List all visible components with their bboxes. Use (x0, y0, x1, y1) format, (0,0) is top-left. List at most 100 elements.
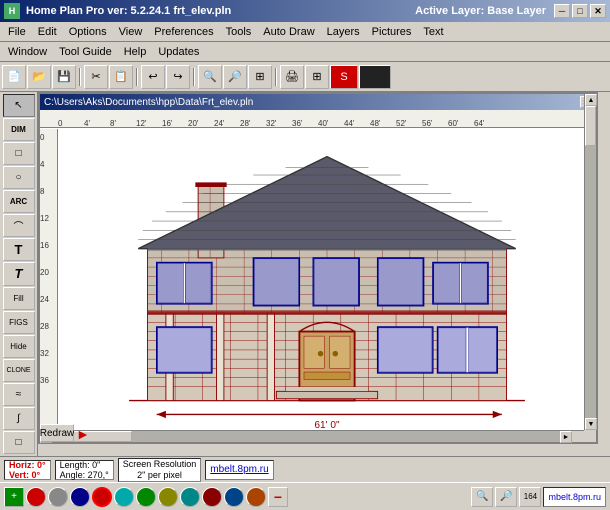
toolbar-sep-3 (191, 65, 197, 89)
color-dot-1[interactable] (26, 487, 46, 507)
tool-rect[interactable]: □ (3, 142, 35, 165)
color-dot-8[interactable] (180, 487, 200, 507)
toolbar-extra[interactable] (359, 65, 391, 89)
scroll-track-horizontal[interactable] (52, 431, 572, 442)
ruler-mark-52: 52' (396, 119, 406, 128)
bottom-site[interactable]: mbelt.8pm.ru (543, 487, 606, 507)
toolbar-zoom-fit[interactable]: ⊞ (248, 65, 272, 89)
scroll-down-button[interactable]: ▼ (585, 418, 597, 430)
color-dot-10[interactable] (224, 487, 244, 507)
zoom-btn-3[interactable]: 164 (519, 487, 541, 507)
tool-hide[interactable]: Hide (3, 335, 35, 358)
maximize-button[interactable]: □ (572, 4, 588, 18)
toolbar-save[interactable]: 💾 (52, 65, 76, 89)
toolbar-zoom-out[interactable]: 🔎 (223, 65, 247, 89)
house-svg: 61' 0" (58, 129, 596, 442)
tool-wave[interactable]: ≈ (3, 383, 35, 406)
toolbar-undo[interactable]: ↩ (141, 65, 165, 89)
drawing-filename: C:\Users\Aks\Documents\hpp\Data\Frt_elev… (44, 97, 253, 108)
scrollbar-corner (584, 430, 596, 442)
menu-updates[interactable]: Updates (152, 44, 205, 60)
menu-edit[interactable]: Edit (32, 24, 63, 40)
color-dot-7[interactable] (158, 487, 178, 507)
menu-toolguide[interactable]: Tool Guide (53, 44, 118, 60)
color-dot-6[interactable] (136, 487, 156, 507)
toolbar-snap[interactable]: S (330, 65, 358, 89)
tool-arc[interactable]: ARC (3, 190, 35, 213)
horizontal-scrollbar[interactable]: ◄ ► (40, 430, 584, 442)
menu-autodraw[interactable]: Auto Draw (257, 24, 320, 40)
tool-box[interactable]: □ (3, 431, 35, 454)
scroll-track-vertical[interactable] (585, 106, 596, 418)
toolbar-copy[interactable]: 📋 (109, 65, 133, 89)
scroll-up-button[interactable]: ▲ (585, 94, 597, 106)
tool-circle[interactable]: ○ (3, 166, 35, 189)
tool-text[interactable]: T (3, 238, 35, 261)
color-green-button[interactable]: + (4, 487, 24, 507)
menu-preferences[interactable]: Preferences (148, 24, 219, 40)
tool-curve[interactable]: ∫ (3, 407, 35, 430)
menu-view[interactable]: View (113, 24, 149, 40)
toolbar-zoom-in[interactable]: 🔍 (198, 65, 222, 89)
toolbar-sep-2 (134, 65, 140, 89)
menu-pictures[interactable]: Pictures (366, 24, 418, 40)
tool-line[interactable]: ⌒ (3, 214, 35, 237)
ruler-mark-28: 28' (240, 119, 250, 128)
tool-fill[interactable]: Fill (3, 287, 35, 310)
menu-tools[interactable]: Tools (220, 24, 258, 40)
ruler-mark-36: 36' (292, 119, 302, 128)
color-dot-3[interactable] (70, 487, 90, 507)
scroll-thumb-vertical[interactable] (585, 106, 596, 146)
vertical-scrollbar[interactable]: ▲ ▼ (584, 94, 596, 430)
ruler-mark-4: 4' (84, 119, 90, 128)
ruler-v-20: 20 (40, 268, 57, 277)
toolbar-redo[interactable]: ↪ (166, 65, 190, 89)
color-dot-9[interactable] (202, 487, 222, 507)
zoom-btn-2[interactable]: 🔎 (495, 487, 517, 507)
canvas-area[interactable]: C:\Users\Aks\Documents\hpp\Data\Frt_elev… (38, 92, 610, 456)
toolbar-new[interactable]: 📄 (2, 65, 26, 89)
toolbar-cut[interactable]: ✂ (84, 65, 108, 89)
redraw-button[interactable]: Redraw (40, 424, 74, 442)
screen-res-value: 2" per pixel (137, 470, 182, 481)
ruler-v-28: 28 (40, 322, 57, 331)
site-link[interactable]: mbelt.8pm.ru (205, 460, 273, 480)
ruler-mark-32: 32' (266, 119, 276, 128)
tool-dim[interactable]: DIM (3, 118, 35, 141)
active-layer-text: Active Layer: Base Layer (415, 5, 546, 17)
length-angle-status: Length: 0" Angle: 270,° (55, 460, 114, 480)
menu-text[interactable]: Text (417, 24, 449, 40)
color-dot-2[interactable] (48, 487, 68, 507)
toolbar-sep-1 (77, 65, 83, 89)
menu-help[interactable]: Help (118, 44, 153, 60)
toolbar-print[interactable]: 🖨 (280, 65, 304, 89)
window-controls: ─ □ ✕ (554, 4, 606, 18)
menu-window[interactable]: Window (2, 44, 53, 60)
minimize-button[interactable]: ─ (554, 4, 570, 18)
close-button[interactable]: ✕ (590, 4, 606, 18)
drawing-titlebar: C:\Users\Aks\Documents\hpp\Data\Frt_elev… (40, 94, 596, 110)
menu-options[interactable]: Options (63, 24, 113, 40)
toolbar-grid[interactable]: ⊞ (305, 65, 329, 89)
tool-figs[interactable]: FIGS (3, 311, 35, 334)
scroll-right-button[interactable]: ► (560, 431, 572, 443)
color-dot-4[interactable] (92, 487, 112, 507)
ruler-mark-44: 44' (344, 119, 354, 128)
minus-button[interactable]: − (268, 487, 288, 507)
ruler-mark-24: 24' (214, 119, 224, 128)
color-dot-5[interactable] (114, 487, 134, 507)
ruler-mark-12: 12' (136, 119, 146, 128)
menu-file[interactable]: File (2, 24, 32, 40)
tool-select[interactable]: ↖ (3, 94, 35, 117)
tool-text-outline[interactable]: T (3, 262, 35, 285)
bottom-toolbar: + − 🔍 🔎 164 mbelt.8pm.ru (0, 482, 610, 510)
menu-layers[interactable]: Layers (321, 24, 366, 40)
color-dot-11[interactable] (246, 487, 266, 507)
house-canvas[interactable]: 61' 0" (58, 129, 596, 442)
ruler-mark-20: 20' (188, 119, 198, 128)
tool-clone[interactable]: CLONE (3, 359, 35, 382)
ruler-v-4: 4 (40, 160, 57, 169)
zoom-btn-1[interactable]: 🔍 (471, 487, 493, 507)
angle-value: Angle: 270,° (60, 470, 109, 480)
toolbar-open[interactable]: 📂 (27, 65, 51, 89)
